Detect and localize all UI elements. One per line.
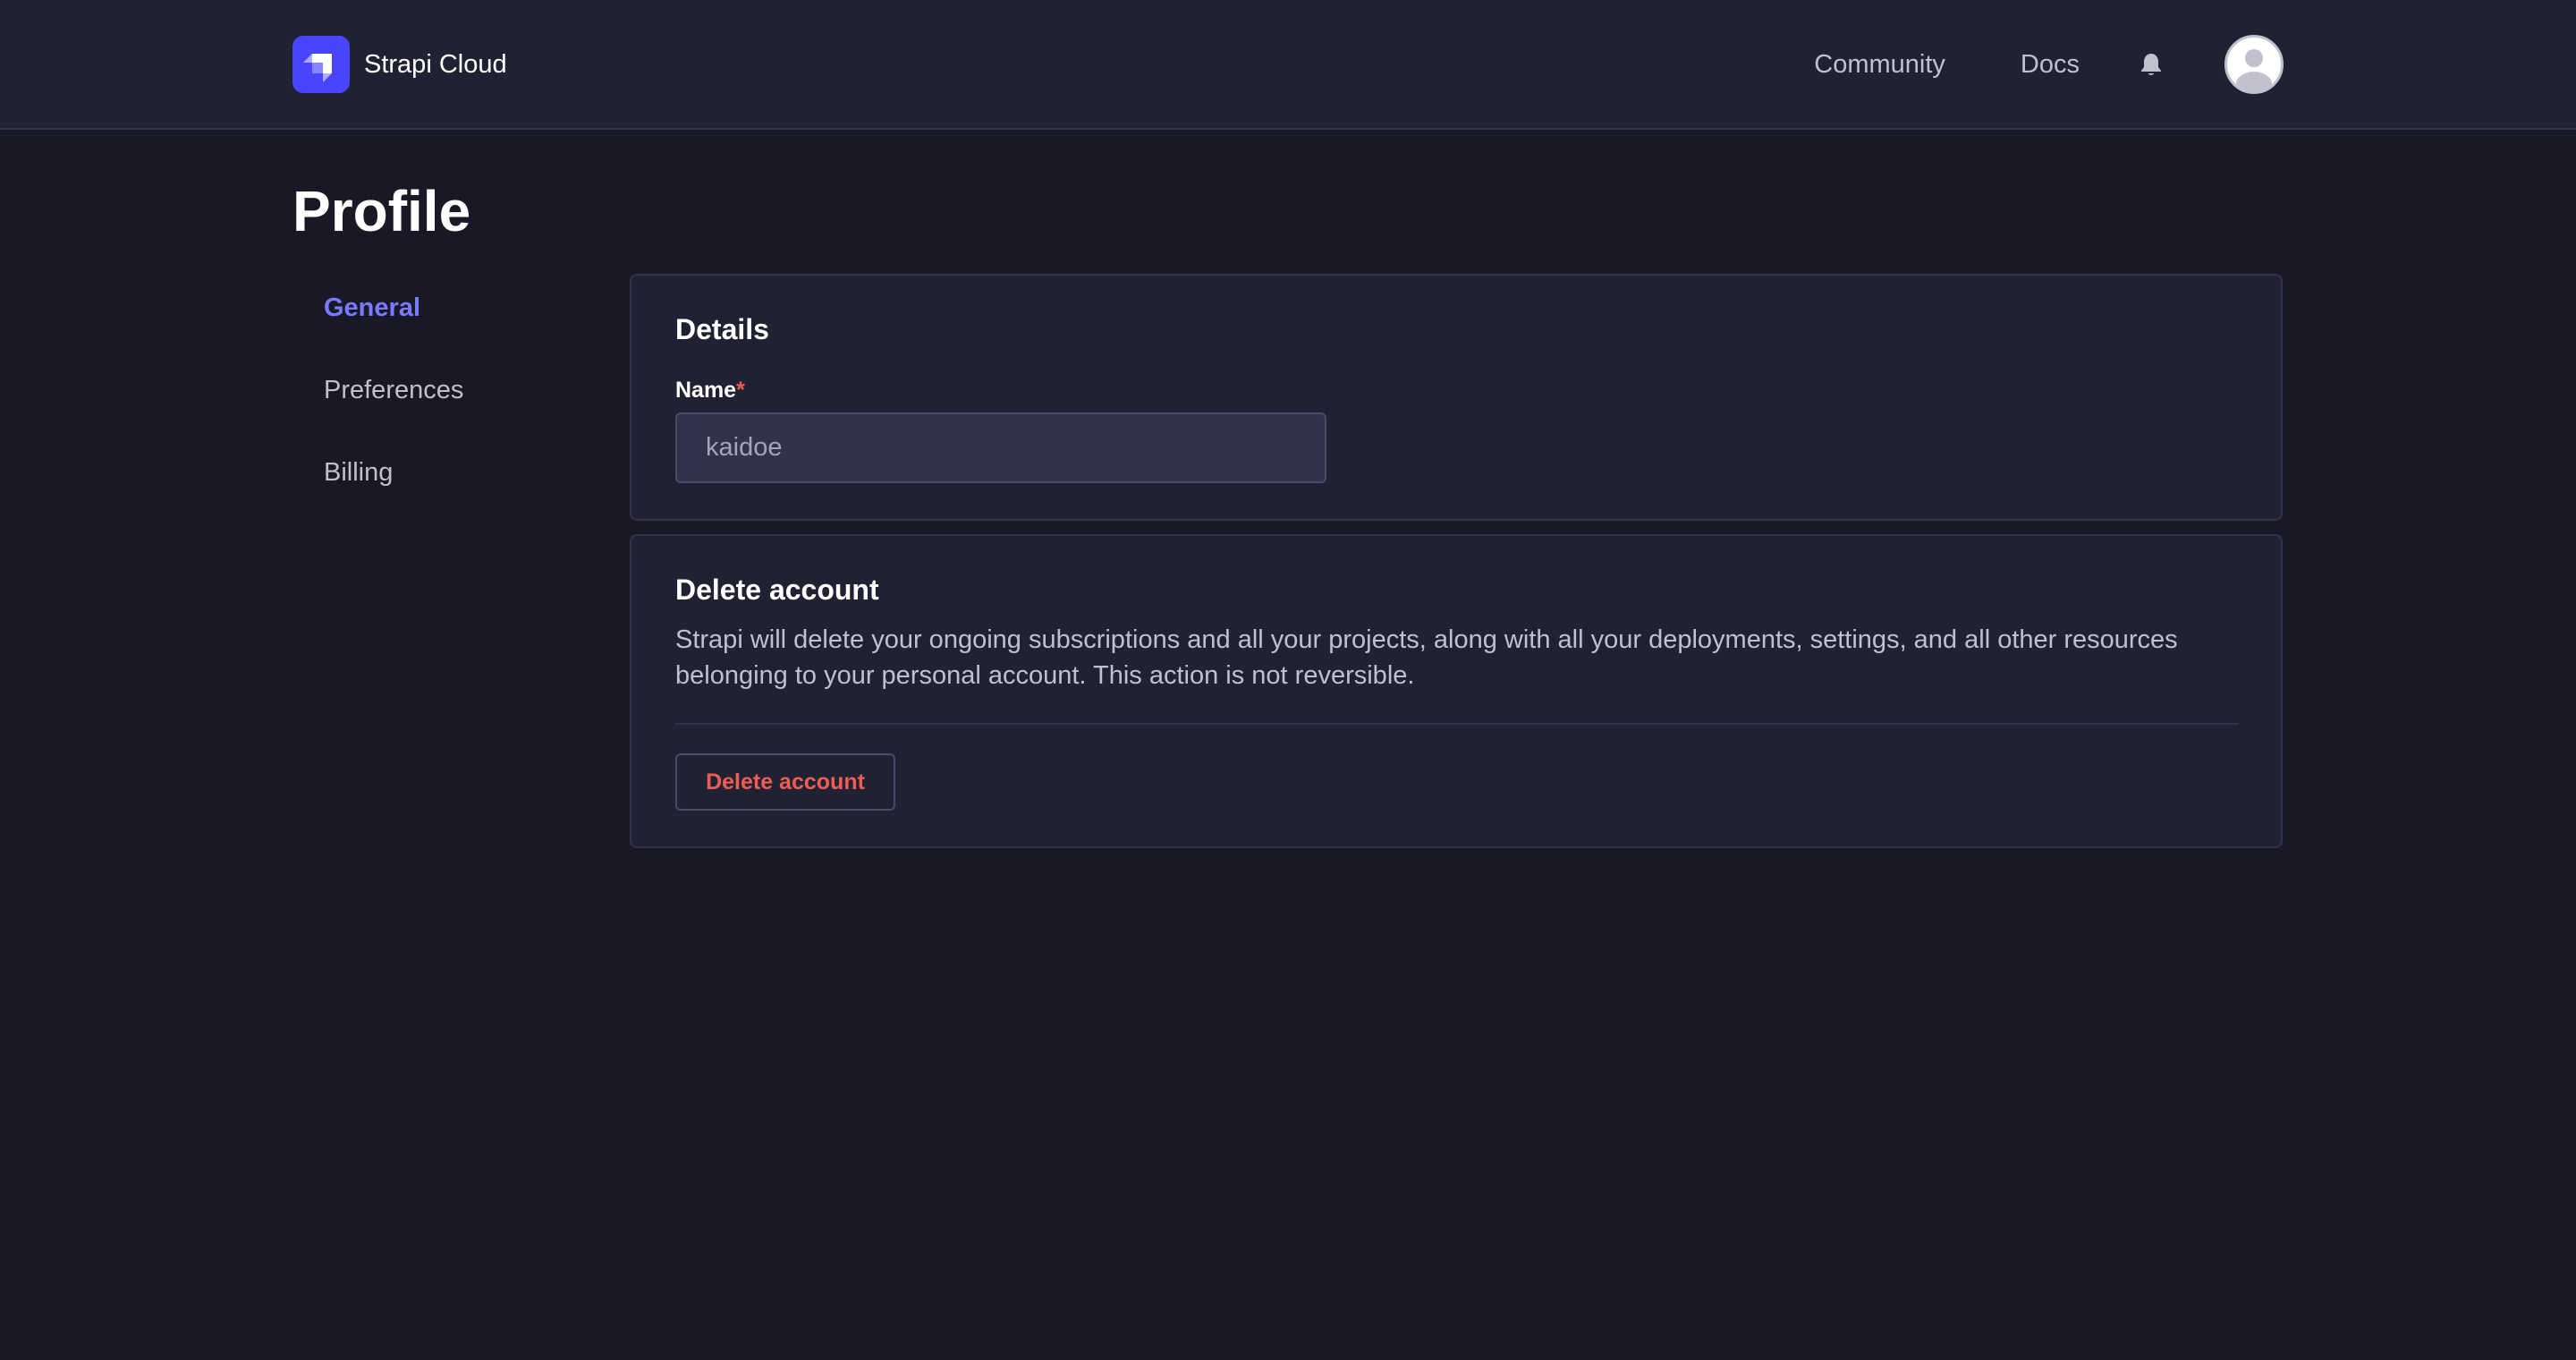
details-card: Details Name*: [630, 274, 2283, 521]
side-nav-item-preferences[interactable]: Preferences: [324, 370, 463, 410]
brand-link[interactable]: Strapi Cloud: [292, 36, 507, 93]
delete-account-button[interactable]: Delete account: [675, 753, 895, 811]
required-asterisk: *: [736, 378, 745, 403]
brand-name: Strapi Cloud: [364, 49, 507, 79]
community-link[interactable]: Community: [1814, 50, 1945, 80]
delete-account-card: Delete account Strapi will delete your o…: [630, 534, 2283, 848]
docs-link[interactable]: Docs: [2021, 50, 2080, 80]
name-label-text: Name: [675, 378, 737, 403]
details-title: Details: [675, 313, 769, 345]
profile-side-nav: General Preferences Billing: [324, 288, 463, 535]
page-title: Profile: [292, 179, 471, 243]
side-nav-item-general[interactable]: General: [324, 288, 463, 327]
name-field-label: Name*: [675, 378, 745, 404]
bell-icon[interactable]: [2139, 51, 2164, 78]
header-nav: Community Docs: [1814, 34, 2284, 95]
user-avatar-icon[interactable]: [2224, 35, 2284, 94]
delete-account-title: Delete account: [675, 574, 879, 606]
divider: [675, 723, 2239, 725]
delete-account-description: Strapi will delete your ongoing subscrip…: [675, 625, 2178, 690]
top-navigation-bar: Strapi Cloud Community Docs: [0, 0, 2576, 130]
strapi-logo-icon: [292, 36, 350, 93]
side-nav-item-billing[interactable]: Billing: [324, 453, 463, 492]
name-input[interactable]: [675, 412, 1326, 483]
